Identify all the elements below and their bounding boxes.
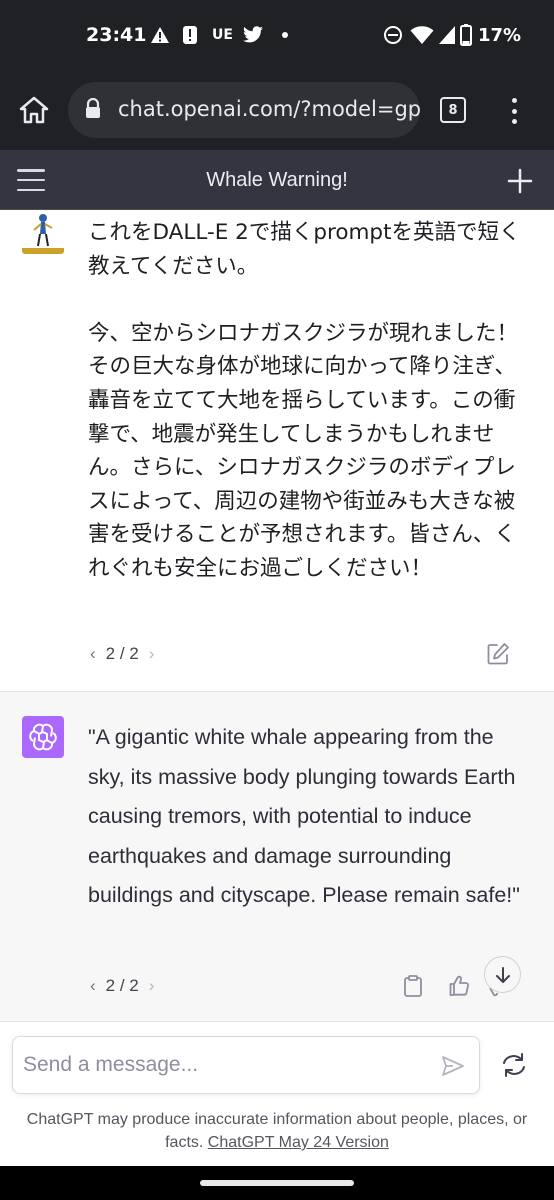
scroll-to-bottom-button[interactable] (484, 956, 521, 993)
conversation-title: Whale Warning! (206, 169, 348, 191)
status-time: 23:41 (86, 24, 147, 46)
browser-menu-button[interactable] (500, 94, 528, 128)
battery-percent: 17% (478, 25, 522, 46)
previous-version-button[interactable]: ‹ (90, 976, 96, 996)
signal-icon (438, 24, 456, 46)
next-version-button[interactable]: › (149, 644, 155, 664)
dot-icon (281, 24, 289, 46)
user-avatar (22, 212, 64, 254)
edit-icon[interactable] (486, 642, 510, 671)
user-message-text: これをDALL-E 2で描くpromptを英語で短く教えてください。 今、空から… (88, 220, 521, 581)
tab-switcher-button[interactable]: 8 (440, 97, 466, 123)
previous-version-button[interactable]: ‹ (90, 644, 96, 664)
pager-count: 2 / 2 (105, 644, 139, 663)
regenerate-icon[interactable] (500, 1052, 528, 1083)
warning-icon (150, 24, 170, 46)
battery-icon (460, 24, 472, 46)
message-pager: ‹ 2 / 2 › (90, 644, 154, 664)
home-button[interactable] (14, 90, 54, 130)
copy-icon[interactable] (402, 974, 424, 1003)
browser-toolbar: chat.openai.com/?model=gpt-4 8 (0, 70, 554, 150)
carrier-text: UE (212, 27, 233, 43)
next-version-button[interactable]: › (149, 976, 155, 996)
user-message-row: これをDALL-E 2で描くpromptを英語で短く教えてください。 今、空から… (0, 210, 554, 692)
url-text: chat.openai.com/?model=gpt-4 (118, 97, 420, 121)
wifi-icon (410, 24, 434, 46)
alert-icon (182, 24, 198, 46)
chat-header: Whale Warning! (0, 150, 554, 210)
plus-icon (507, 168, 533, 194)
assistant-message-row: "A gigantic white whale appearing from t… (0, 692, 554, 1022)
do-not-disturb-icon (383, 24, 403, 46)
lock-icon (84, 97, 102, 125)
version-link[interactable]: ChatGPT May 24 Version (208, 1134, 389, 1151)
message-input-box[interactable] (12, 1036, 480, 1094)
assistant-message-text: "A gigantic white whale appearing from t… (88, 725, 520, 907)
composer: ChatGPT may produce inaccurate informati… (0, 1022, 554, 1172)
navigation-bar (0, 1166, 554, 1200)
status-bar: 23:41 UE 17% (0, 0, 554, 70)
address-bar[interactable]: chat.openai.com/?model=gpt-4 (68, 82, 420, 138)
thumbs-up-icon[interactable] (447, 974, 471, 1003)
send-icon[interactable] (441, 1055, 465, 1082)
message-pager: ‹ 2 / 2 › (90, 976, 154, 996)
pager-count: 2 / 2 (105, 976, 139, 995)
disclaimer: ChatGPT may produce inaccurate informati… (16, 1108, 538, 1154)
chatgpt-logo-icon (22, 716, 64, 758)
home-gesture-bar[interactable] (200, 1180, 354, 1186)
home-icon (19, 96, 49, 124)
new-chat-button[interactable] (507, 168, 533, 199)
twitter-icon (242, 24, 264, 46)
arrow-down-icon (495, 966, 510, 983)
message-input[interactable] (23, 1049, 423, 1081)
